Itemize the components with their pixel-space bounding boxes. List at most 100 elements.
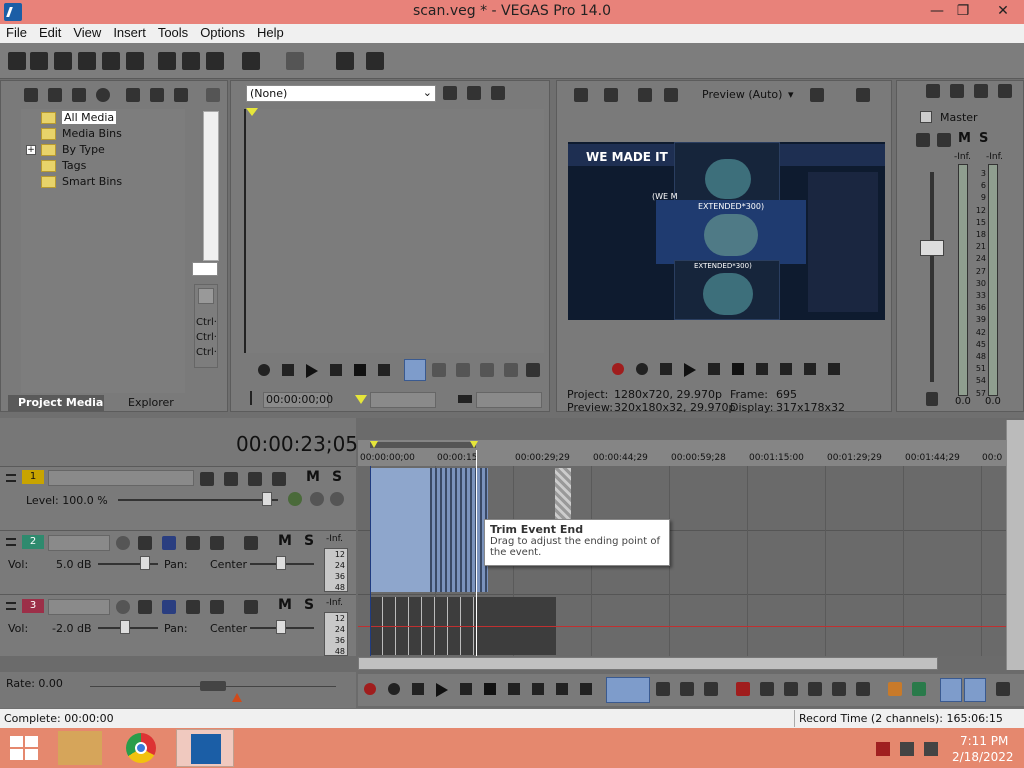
menu-options[interactable]: Options: [194, 24, 251, 40]
restore-button[interactable]: ❐: [946, 0, 980, 22]
ctrl-button-1[interactable]: Ctrl·: [196, 317, 217, 328]
auto-crossfade-button[interactable]: [964, 678, 986, 702]
rate-slider-handle[interactable]: [200, 681, 226, 691]
windows-start-icon[interactable]: [10, 736, 38, 760]
new-project-icon[interactable]: [8, 52, 26, 70]
chrome-icon[interactable]: [126, 733, 156, 763]
track-collapse-icon[interactable]: [6, 602, 16, 610]
track-gear-icon[interactable]: [244, 600, 258, 614]
mute-button-2[interactable]: M: [278, 533, 292, 549]
network-icon[interactable]: [900, 742, 914, 756]
next-frame-icon[interactable]: [828, 363, 840, 375]
loop-end-marker-icon[interactable]: [470, 441, 478, 448]
pan-slider-knob-2[interactable]: [276, 556, 286, 570]
expand-by-type-button[interactable]: +: [26, 145, 36, 155]
dim-output-icon[interactable]: [974, 84, 988, 98]
enable-snapping-icon[interactable]: [336, 52, 354, 70]
file-explorer-icon[interactable]: [58, 731, 102, 765]
track-gear-icon[interactable]: [272, 472, 286, 486]
tab-explorer[interactable]: Explorer: [108, 395, 190, 411]
envelope-edit-tool-icon[interactable]: [656, 682, 670, 696]
track-gear-icon[interactable]: [244, 536, 258, 550]
track-collapse-icon[interactable]: [6, 474, 16, 482]
timeline-vertical-scrollbar[interactable]: [1006, 420, 1024, 670]
tab-project-media[interactable]: Project Media: [8, 395, 104, 411]
master-gear-icon[interactable]: [926, 84, 940, 98]
selection-start-field[interactable]: [370, 392, 436, 408]
input-bus-icon[interactable]: [162, 536, 176, 550]
stop-icon[interactable]: [354, 364, 366, 376]
render-icon[interactable]: [102, 52, 120, 70]
prev-frame-icon[interactable]: [804, 363, 816, 375]
copy-snapshot-icon[interactable]: [856, 88, 870, 102]
mute-button-1[interactable]: M: [306, 469, 320, 485]
timeline-go-to-end-icon[interactable]: [532, 683, 544, 695]
selection-edit-tool-icon[interactable]: [680, 682, 694, 696]
track-number-1[interactable]: 1: [22, 470, 44, 484]
compositing-mask-icon[interactable]: [330, 492, 344, 506]
composite-mode-icon[interactable]: [248, 472, 262, 486]
remove-icon[interactable]: [126, 88, 140, 102]
timeline-play-icon[interactable]: [436, 683, 448, 697]
track-fx-icon[interactable]: [138, 536, 152, 550]
track-fx-icon[interactable]: [224, 472, 238, 486]
external-monitor-icon[interactable]: [604, 88, 618, 102]
menu-view[interactable]: View: [67, 24, 107, 40]
solo-button-1[interactable]: S: [332, 469, 342, 485]
timeline-horizontal-scrollbar[interactable]: [358, 657, 938, 670]
undo-icon[interactable]: [242, 52, 260, 70]
menu-edit[interactable]: Edit: [33, 24, 67, 40]
delete-icon[interactable]: [736, 682, 750, 696]
playback-cursor[interactable]: [476, 450, 477, 656]
media-fx-icon[interactable]: [150, 88, 164, 102]
video-event-selected[interactable]: [370, 468, 430, 592]
track-motion-icon[interactable]: [200, 472, 214, 486]
tree-scrollbar[interactable]: [203, 111, 219, 261]
master-fader-knob[interactable]: [920, 240, 944, 256]
trimmer-gear-icon[interactable]: [467, 86, 481, 100]
volume-muted-icon[interactable]: [924, 742, 938, 756]
automation-icon[interactable]: [186, 536, 200, 550]
trim-icon[interactable]: [760, 682, 774, 696]
grid-icon[interactable]: [810, 88, 824, 102]
event-lock-icon[interactable]: [856, 682, 870, 696]
normal-edit-tool-button[interactable]: [606, 677, 650, 703]
volume-envelope-line[interactable]: [358, 626, 1006, 627]
redo-icon[interactable]: [286, 52, 304, 70]
preview-play-from-start-icon[interactable]: [660, 363, 672, 375]
preview-pause-icon[interactable]: [708, 363, 720, 375]
fx-icon[interactable]: [198, 288, 214, 304]
paste-icon[interactable]: [206, 52, 224, 70]
envelope-icon[interactable]: [210, 600, 224, 614]
overlays-icon[interactable]: [664, 88, 678, 102]
properties-gear-icon[interactable]: [126, 52, 144, 70]
play-icon[interactable]: [306, 364, 318, 378]
track-fx-icon[interactable]: [138, 600, 152, 614]
preview-go-to-end-icon[interactable]: [780, 363, 792, 375]
split-icon[interactable]: [832, 682, 846, 696]
timeline-stop-icon[interactable]: [484, 683, 496, 695]
clock-date[interactable]: 2/18/2022: [952, 750, 1014, 764]
enable-snapping-button[interactable]: [940, 678, 962, 702]
master-fx-icon[interactable]: [937, 133, 951, 147]
fit-to-fill-icon[interactable]: [504, 363, 518, 377]
timeline-play-from-start-icon[interactable]: [412, 683, 424, 695]
small-event[interactable]: [555, 468, 571, 520]
preview-play-icon[interactable]: [684, 363, 696, 377]
timeline-next-frame-icon[interactable]: [580, 683, 592, 695]
trimmer-canvas[interactable]: [244, 109, 544, 353]
arm-record-icon[interactable]: [116, 600, 130, 614]
close-media-icon[interactable]: [491, 86, 505, 100]
trim-end-icon[interactable]: [808, 682, 822, 696]
insert-region-icon[interactable]: [912, 682, 926, 696]
preview-quality-dropdown[interactable]: Preview (Auto): [702, 88, 782, 101]
menu-help[interactable]: Help: [251, 24, 290, 40]
trimmer-select-button[interactable]: [404, 359, 426, 381]
video-preview-frame[interactable]: WE MADE IT (WE M EXTENDED*300) EXTENDED*…: [568, 142, 885, 320]
timeline-go-to-start-icon[interactable]: [508, 683, 520, 695]
trimmer-media-dropdown[interactable]: (None) ⌄: [246, 85, 436, 102]
pause-icon[interactable]: [330, 364, 342, 376]
record-icon[interactable]: [612, 363, 624, 375]
menu-insert[interactable]: Insert: [107, 24, 152, 40]
spell-check-icon[interactable]: [443, 86, 457, 100]
